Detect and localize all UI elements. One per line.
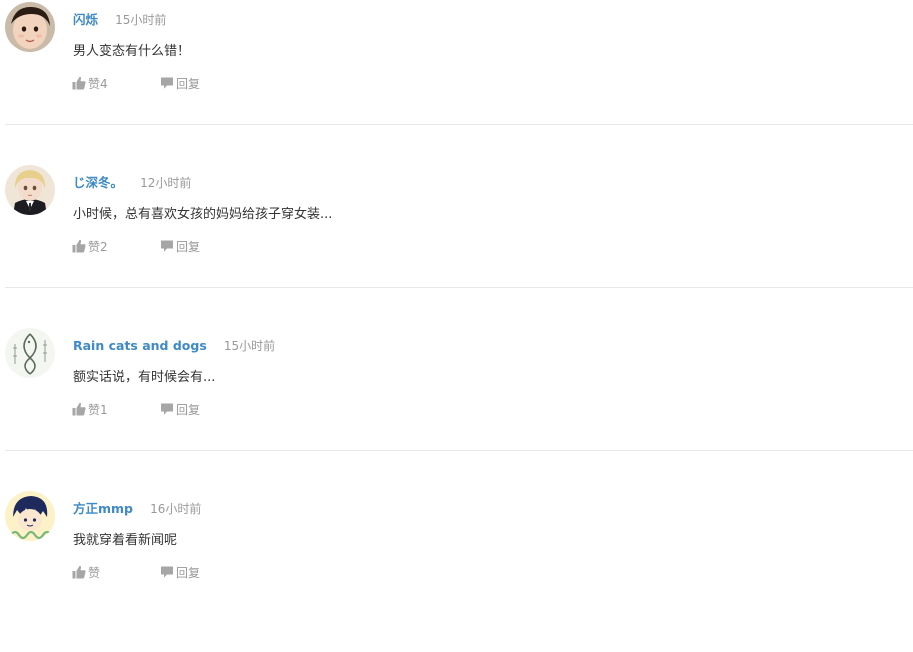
like-count-label: 赞	[88, 566, 101, 580]
fish-calligraphy-avatar	[5, 328, 55, 378]
speech-bubble-icon	[161, 566, 173, 578]
comment-header: 方正mmp 16小时前	[73, 498, 201, 516]
comment-text: 小时候，总有喜欢女孩的妈妈给孩子穿女装...	[73, 207, 333, 222]
reply-label: 回复	[176, 403, 201, 417]
comment-header: じ深冬。 12小时前	[73, 172, 191, 190]
thumbs-up-icon	[72, 239, 86, 253]
divider	[5, 287, 913, 288]
thumbs-up-icon	[72, 402, 86, 416]
thumbs-up-icon	[72, 565, 86, 579]
like-button[interactable]: 赞4	[72, 76, 108, 92]
username[interactable]: 方正mmp	[73, 501, 133, 516]
speech-bubble-icon	[161, 77, 173, 89]
speech-bubble-icon	[161, 403, 173, 415]
reply-button[interactable]: 回复	[160, 239, 200, 255]
reply-button[interactable]: 回复	[160, 76, 200, 92]
avatar[interactable]	[5, 491, 55, 541]
username[interactable]: じ深冬。	[73, 175, 123, 190]
timestamp: 16小时前	[150, 502, 202, 516]
timestamp: 12小时前	[140, 176, 192, 190]
comment-item: じ深冬。 12小时前 小时候，总有喜欢女孩的妈妈给孩子穿女装... 赞2 回复	[0, 163, 913, 326]
comment-text: 额实话说，有时候会有...	[73, 370, 216, 385]
like-count-label: 赞1	[88, 403, 108, 417]
like-button[interactable]: 赞	[72, 565, 100, 581]
like-count-label: 赞2	[88, 240, 108, 254]
like-button[interactable]: 赞2	[72, 239, 108, 255]
divider	[5, 124, 913, 125]
avatar[interactable]	[5, 165, 55, 215]
reply-label: 回复	[176, 77, 201, 91]
comment-item: Rain cats and dogs 15小时前 额实话说，有时候会有... 赞…	[0, 326, 913, 489]
like-button[interactable]: 赞1	[72, 402, 108, 418]
timestamp: 15小时前	[115, 13, 167, 27]
child-photo-avatar	[5, 2, 55, 52]
reply-label: 回复	[176, 240, 201, 254]
avatar[interactable]	[5, 2, 55, 52]
speech-bubble-icon	[161, 240, 173, 252]
timestamp: 15小时前	[223, 339, 276, 353]
doll-avatar	[5, 165, 55, 215]
avatar[interactable]	[5, 328, 55, 378]
username[interactable]: Rain cats and dogs	[73, 338, 207, 353]
reply-button[interactable]: 回复	[160, 402, 200, 418]
comment-item: 闪烁 15小时前 男人变态有什么错！ 赞4 回复	[0, 0, 913, 163]
divider	[5, 450, 913, 451]
cartoon-avatar	[5, 491, 55, 541]
thumbs-up-icon	[72, 76, 86, 90]
comment-header: Rain cats and dogs 15小时前	[73, 335, 275, 353]
username[interactable]: 闪烁	[73, 12, 98, 27]
comment-item: 方正mmp 16小时前 我就穿着看新闻呢 赞 回复	[0, 489, 913, 652]
comment-header: 闪烁 15小时前	[73, 9, 166, 27]
like-count-label: 赞4	[88, 77, 108, 91]
reply-label: 回复	[176, 566, 201, 580]
reply-button[interactable]: 回复	[160, 565, 200, 581]
comment-text: 男人变态有什么错！	[73, 44, 191, 59]
comment-text: 我就穿着看新闻呢	[73, 533, 178, 548]
